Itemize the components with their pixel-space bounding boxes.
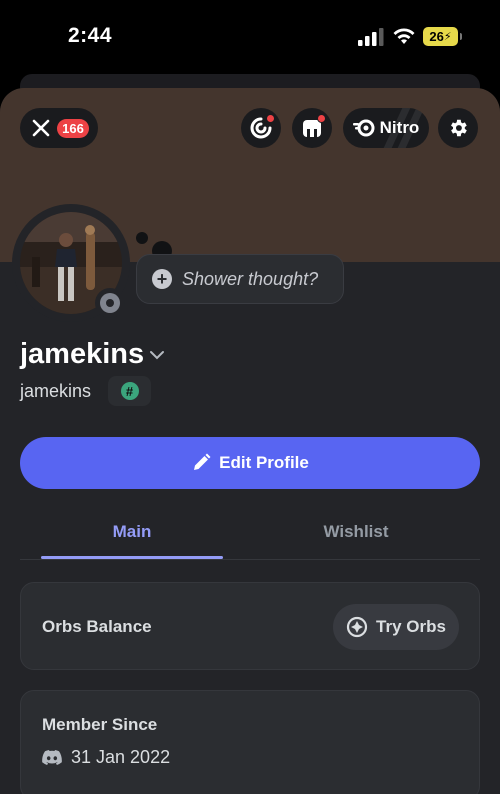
orbs-balance-label: Orbs Balance — [42, 617, 152, 636]
add-icon: + — [152, 269, 172, 289]
close-icon — [32, 119, 50, 137]
chevron-down-icon[interactable] — [149, 350, 165, 360]
notification-count-badge: 166 — [57, 118, 89, 138]
member-since-title: Member Since — [42, 715, 158, 734]
notification-dot — [266, 114, 275, 123]
username: jamekins — [20, 381, 92, 401]
try-orbs-label: Try Orbs — [376, 617, 446, 636]
status-time: 2:44 — [68, 24, 113, 47]
edit-profile-label: Edit Profile — [219, 453, 309, 472]
member-since-row: 31 Jan 2022 — [42, 747, 170, 768]
active-tab-indicator — [41, 556, 223, 559]
profile-tabs: Main Wishlist — [20, 508, 480, 560]
try-orbs-button[interactable]: Try Orbs — [333, 604, 459, 650]
orbs-balance-card: Orbs Balance Try Orbs — [20, 582, 480, 670]
nitro-button[interactable]: Nitro — [343, 108, 429, 148]
close-button[interactable]: 166 — [20, 108, 98, 148]
cellular-signal-icon — [358, 28, 384, 46]
profile-badge[interactable]: # — [108, 376, 151, 406]
gear-icon — [451, 119, 467, 137]
battery-level: 26 — [429, 29, 444, 44]
pencil-icon — [194, 453, 211, 470]
settings-button[interactable] — [438, 108, 478, 148]
thought-bubble-dot — [136, 232, 148, 244]
tab-wishlist[interactable]: Wishlist — [265, 508, 447, 556]
status-indicator — [95, 288, 125, 318]
member-since-card: Member Since 31 Jan 2022 — [20, 690, 480, 794]
wifi-icon — [393, 28, 415, 44]
shop-button[interactable] — [292, 108, 332, 148]
custom-status-bubble[interactable]: + Shower thought? — [136, 254, 344, 304]
display-name: jamekins — [20, 338, 145, 370]
nitro-icon — [352, 119, 375, 137]
member-since-date: 31 Jan 2022 — [71, 747, 171, 767]
edit-profile-button[interactable]: Edit Profile — [20, 437, 480, 489]
hashtag-badge-icon: # — [120, 382, 139, 400]
profile-sheet: 166 Nitro + Shower thought? jamekins jam… — [0, 88, 500, 794]
status-bar: 2:44 26 ⚡ — [0, 0, 500, 72]
charging-bolt-icon: ⚡ — [443, 31, 452, 43]
tab-main[interactable]: Main — [41, 508, 223, 556]
orb-icon — [346, 616, 368, 638]
custom-status-placeholder: Shower thought? — [182, 268, 319, 289]
battery-indicator: 26 ⚡ — [423, 27, 462, 46]
discord-logo-icon — [42, 750, 62, 765]
notification-dot — [317, 114, 326, 123]
offline-status-icon — [100, 293, 120, 313]
activity-button[interactable] — [241, 108, 281, 148]
